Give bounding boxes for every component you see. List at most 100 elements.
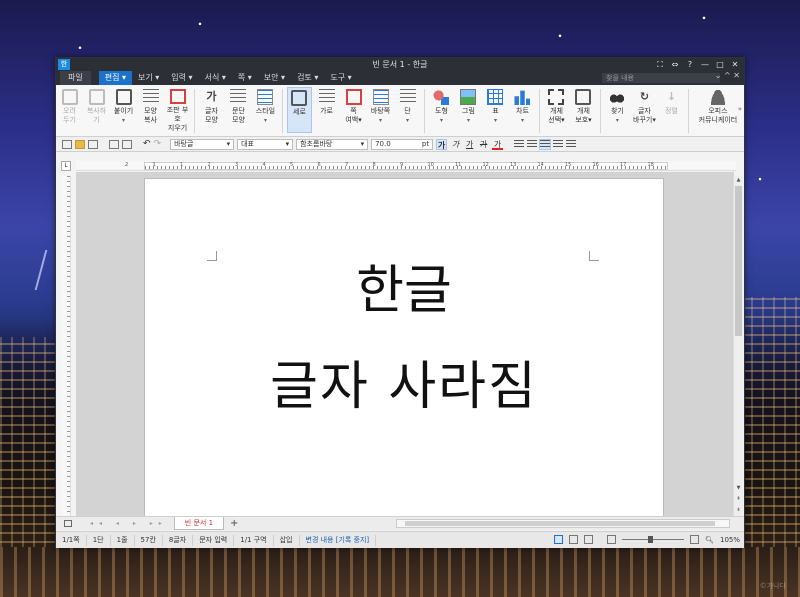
- char-shape-button[interactable]: 가 글자 모양: [199, 87, 224, 133]
- tab-nav-arrows[interactable]: ◂◂ ◂ ▸ ▸▸: [90, 520, 168, 527]
- menu-security[interactable]: 보안 ▾: [258, 71, 291, 85]
- fullscreen-icon[interactable]: ⛶: [655, 58, 665, 71]
- view-width-icon[interactable]: [569, 535, 579, 544]
- new-doc-icon[interactable]: [62, 139, 72, 149]
- status-insert-mode[interactable]: 삽입: [274, 534, 300, 546]
- save-icon[interactable]: [88, 139, 98, 149]
- status-track-changes[interactable]: 변경 내용 [기록 중지]: [300, 534, 377, 546]
- view-page-icon[interactable]: [554, 535, 564, 544]
- watermark: ©가나다: [759, 582, 786, 590]
- copy-button[interactable]: 복사하기: [84, 87, 109, 133]
- language-select[interactable]: 대표 ▾: [237, 138, 294, 150]
- columns-button[interactable]: 단 ▾: [395, 87, 420, 133]
- document-text-line-2[interactable]: 글자 사라짐: [145, 357, 663, 417]
- undo-icon[interactable]: ↶: [143, 139, 151, 149]
- menu-review[interactable]: 검토 ▾: [291, 71, 324, 85]
- ruler-corner-button[interactable]: L: [61, 161, 71, 171]
- horizontal-scrollbar[interactable]: [396, 519, 730, 528]
- ruler-number: 14: [537, 162, 544, 168]
- align-justify-icon[interactable]: [514, 139, 525, 149]
- landscape-button[interactable]: 가로: [314, 87, 339, 133]
- tab-list-icon[interactable]: [64, 520, 72, 527]
- vertical-scrollbar[interactable]: ▲ ▼ ⇞ ⇟: [733, 176, 743, 516]
- menu-insert[interactable]: 입력 ▾: [165, 71, 198, 85]
- document-text-line-1[interactable]: 한글: [145, 261, 663, 321]
- document-page[interactable]: 한글 글자 사라짐: [144, 178, 664, 516]
- portrait-button[interactable]: 세로: [286, 87, 313, 133]
- table-button[interactable]: 표 ▾: [483, 87, 508, 133]
- format-copy-button[interactable]: 모양 복사: [138, 87, 163, 133]
- zoom-slider[interactable]: [622, 536, 685, 543]
- help-icon[interactable]: ?: [685, 58, 695, 71]
- replace-chars-button[interactable]: ↻ 글자 바꾸기▾: [632, 87, 657, 133]
- strike-button[interactable]: 가: [478, 139, 489, 150]
- cut-button[interactable]: 오려 두기: [57, 87, 82, 133]
- underline-button[interactable]: 가: [464, 139, 475, 150]
- open-folder-icon[interactable]: [75, 139, 85, 149]
- maximize-button[interactable]: □: [715, 58, 725, 71]
- scroll-down-icon[interactable]: ▼: [735, 485, 742, 492]
- ruler-number: 8: [372, 162, 376, 168]
- status-line: 1줄: [111, 534, 135, 546]
- minimize-button[interactable]: —: [700, 58, 710, 71]
- picture-button[interactable]: 그림 ▾: [456, 87, 481, 133]
- align-center-icon[interactable]: [539, 138, 552, 150]
- italic-button[interactable]: 가: [450, 139, 461, 150]
- chart-button[interactable]: 차트 ▾: [510, 87, 535, 133]
- para-shape-button[interactable]: 문단 모양: [226, 87, 251, 133]
- menu-edit[interactable]: 편집 ▾: [98, 71, 133, 85]
- find-button[interactable]: 찾기 ▾: [605, 87, 630, 133]
- status-page[interactable]: 1/1쪽: [56, 534, 87, 546]
- tab-document-1[interactable]: 빈 문서 1: [173, 517, 225, 530]
- zoom-in-icon[interactable]: [690, 535, 700, 544]
- shape-button[interactable]: 도형 ▾: [429, 87, 454, 133]
- font-select[interactable]: 함초롬바탕 ▾: [296, 138, 369, 150]
- status-input-mode[interactable]: 문자 입력: [193, 534, 235, 546]
- font-size-input[interactable]: 70.0 pt: [371, 138, 434, 150]
- zoom-level[interactable]: 105%: [720, 536, 740, 544]
- align-distribute-icon[interactable]: [566, 139, 577, 149]
- zoom-magnifier-icon[interactable]: 🔍︎: [705, 536, 714, 544]
- sort-button[interactable]: ↓ 정렬: [659, 87, 684, 133]
- menu-file[interactable]: 파일: [60, 71, 91, 85]
- scroll-up-icon[interactable]: ▲: [735, 177, 742, 184]
- object-select-button[interactable]: 개체 선택▾: [544, 87, 569, 133]
- office-communicator-button[interactable]: 오피스 커뮤니케이터: [693, 87, 743, 133]
- page-up-icon[interactable]: ⇞: [735, 496, 742, 503]
- zoom-slider-knob[interactable]: [648, 536, 654, 543]
- master-page-button[interactable]: 바탕쪽 ▾: [368, 87, 393, 133]
- print-icon[interactable]: [109, 139, 119, 149]
- style-select[interactable]: 바탕글 ▾: [170, 138, 235, 150]
- horizontal-ruler[interactable]: 2 1 1 2 3 4 5 6 7 8 9 10 11 12 13 14 15 16 17 18: [76, 161, 736, 171]
- object-protect-button[interactable]: 개체 보호▾: [571, 87, 596, 133]
- align-left-icon[interactable]: [527, 139, 538, 149]
- dual-view-icon[interactable]: ⇔: [670, 58, 680, 71]
- clear-codes-button[interactable]: 조판 부호 지우기: [165, 87, 190, 133]
- bold-button[interactable]: 가: [436, 138, 448, 150]
- ribbon-controls[interactable]: ⌄ ^ ✕: [715, 71, 740, 80]
- view-fit-icon[interactable]: [584, 535, 594, 544]
- menu-page[interactable]: 쪽 ▾: [232, 71, 258, 85]
- menu-tools[interactable]: 도구 ▾: [324, 71, 357, 85]
- align-right-icon[interactable]: [553, 139, 564, 149]
- paste-button[interactable]: 붙이기 ▾: [111, 87, 136, 133]
- format-painter-icon: [142, 89, 159, 105]
- menu-view[interactable]: 보기 ▾: [132, 71, 165, 85]
- zoom-out-icon[interactable]: [607, 535, 617, 544]
- page-margin-button[interactable]: 쪽 여백▾: [341, 87, 366, 133]
- close-button[interactable]: ✕: [730, 58, 740, 71]
- vertical-ruler[interactable]: [61, 176, 71, 516]
- ruler-number: 4: [262, 162, 266, 168]
- ribbon-more-icon[interactable]: »: [738, 105, 742, 113]
- style-icon: [257, 89, 274, 105]
- add-tab-button[interactable]: +: [230, 518, 238, 529]
- style-button[interactable]: 스타일 ▾: [253, 87, 278, 133]
- hscroll-thumb[interactable]: [405, 521, 715, 526]
- scroll-thumb[interactable]: [735, 186, 742, 336]
- redo-icon[interactable]: ↷: [154, 139, 162, 149]
- preview-icon[interactable]: [122, 139, 132, 149]
- menu-format[interactable]: 서식 ▾: [199, 71, 232, 85]
- search-input[interactable]: 찾을 내용: [602, 73, 720, 83]
- page-down-icon[interactable]: ⇟: [735, 507, 742, 514]
- font-color-button[interactable]: 가: [492, 139, 504, 150]
